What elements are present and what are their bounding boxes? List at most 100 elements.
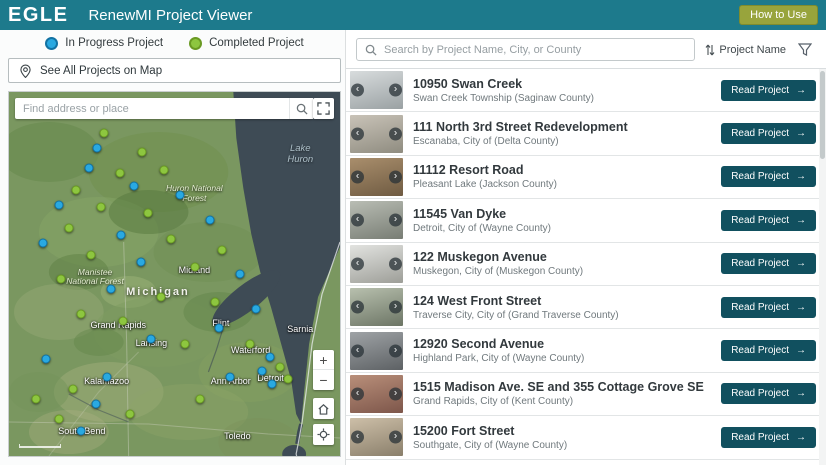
read-project-button[interactable]: Read Project → <box>721 296 816 318</box>
completed-project-marker[interactable] <box>31 394 41 404</box>
in-progress-project-marker[interactable] <box>257 366 267 376</box>
in-progress-project-marker[interactable] <box>102 372 112 382</box>
locate-button[interactable] <box>313 424 334 445</box>
completed-project-marker[interactable] <box>96 202 106 212</box>
thumbnail-prev-icon[interactable]: ‹ <box>351 300 364 314</box>
project-card: ‹ › 15200 Fort Street Southgate, City of… <box>346 416 826 460</box>
thumbnail-next-icon[interactable]: › <box>389 170 402 184</box>
project-location: Escanaba, City of (Delta County) <box>413 136 559 148</box>
thumbnail-next-icon[interactable]: › <box>389 344 402 358</box>
in-progress-project-marker[interactable] <box>41 354 51 364</box>
in-progress-project-marker[interactable] <box>136 257 146 267</box>
thumbnail-next-icon[interactable]: › <box>389 83 402 97</box>
list-scrollbar <box>819 69 826 465</box>
thumbnail-prev-icon[interactable]: ‹ <box>351 344 364 358</box>
completed-project-marker[interactable] <box>76 309 86 319</box>
completed-project-marker[interactable] <box>118 316 128 326</box>
read-project-button[interactable]: Read Project → <box>721 166 816 188</box>
thumbnail-prev-icon[interactable]: ‹ <box>351 170 364 184</box>
completed-project-marker[interactable] <box>56 274 66 284</box>
thumbnail-next-icon[interactable]: › <box>389 213 402 227</box>
in-progress-project-marker[interactable] <box>106 284 116 294</box>
project-title: 122 Muskegon Avenue <box>413 250 547 265</box>
scrollbar-thumb[interactable] <box>820 71 825 159</box>
in-progress-project-marker[interactable] <box>84 163 94 173</box>
thumbnail-prev-icon[interactable]: ‹ <box>351 387 364 401</box>
thumbnail-prev-icon[interactable]: ‹ <box>351 430 364 444</box>
completed-project-marker[interactable] <box>275 362 285 372</box>
how-to-use-button[interactable]: How to Use <box>739 5 818 25</box>
completed-project-marker[interactable] <box>210 297 220 307</box>
in-progress-project-marker[interactable] <box>92 143 102 153</box>
completed-project-marker[interactable] <box>86 250 96 260</box>
project-thumbnail: ‹ › <box>350 201 403 240</box>
read-project-button[interactable]: Read Project → <box>721 123 816 145</box>
map-search-button[interactable] <box>289 98 313 119</box>
in-progress-project-marker[interactable] <box>267 379 277 389</box>
thumbnail-next-icon[interactable]: › <box>389 257 402 271</box>
in-progress-project-marker[interactable] <box>54 200 64 210</box>
fullscreen-expand-button[interactable] <box>313 98 334 119</box>
thumbnail-prev-icon[interactable]: ‹ <box>351 127 364 141</box>
zoom-in-button[interactable]: + <box>313 350 334 370</box>
completed-project-marker[interactable] <box>137 147 147 157</box>
completed-project-marker[interactable] <box>283 374 293 384</box>
sort-button[interactable]: Project Name <box>705 44 786 56</box>
in-progress-project-marker[interactable] <box>116 230 126 240</box>
thumbnail-next-icon[interactable]: › <box>389 430 402 444</box>
thumbnail-prev-icon[interactable]: ‹ <box>351 257 364 271</box>
see-all-projects-button[interactable]: See All Projects on Map <box>8 58 341 83</box>
project-search-input[interactable] <box>384 43 687 56</box>
project-card: ‹ › 111 North 3rd Street Redevelopment E… <box>346 112 826 156</box>
thumbnail-prev-icon[interactable]: ‹ <box>351 83 364 97</box>
read-project-button[interactable]: Read Project → <box>721 383 816 405</box>
thumbnail-next-icon[interactable]: › <box>389 387 402 401</box>
completed-project-marker[interactable] <box>217 245 227 255</box>
thumbnail-prev-icon[interactable]: ‹ <box>351 213 364 227</box>
read-project-button[interactable]: Read Project → <box>721 340 816 362</box>
thumbnail-next-icon[interactable]: › <box>389 300 402 314</box>
completed-project-marker[interactable] <box>166 234 176 244</box>
completed-project-marker[interactable] <box>54 414 64 424</box>
find-address-input[interactable] <box>15 102 289 115</box>
sort-label: Project Name <box>719 43 786 56</box>
in-progress-project-marker[interactable] <box>225 372 235 382</box>
zoom-out-button[interactable]: − <box>313 370 334 390</box>
project-title: 15200 Fort Street <box>413 423 515 438</box>
in-progress-project-marker[interactable] <box>251 304 261 314</box>
home-extent-button[interactable] <box>313 398 334 419</box>
completed-project-marker[interactable] <box>180 339 190 349</box>
in-progress-project-marker[interactable] <box>214 323 224 332</box>
in-progress-project-marker[interactable] <box>91 399 101 409</box>
in-progress-project-marker[interactable] <box>38 238 48 248</box>
completed-project-marker[interactable] <box>245 339 255 349</box>
completed-project-marker[interactable] <box>115 168 125 178</box>
completed-project-marker[interactable] <box>195 394 205 404</box>
in-progress-project-marker[interactable] <box>146 334 156 344</box>
in-progress-project-marker[interactable] <box>235 269 245 279</box>
project-title: 11112 Resort Road <box>413 163 524 178</box>
arrow-right-icon: → <box>796 84 806 96</box>
in-progress-project-marker[interactable] <box>265 352 275 362</box>
completed-project-marker[interactable] <box>99 128 109 138</box>
in-progress-project-marker[interactable] <box>205 215 215 225</box>
completed-project-marker[interactable] <box>68 384 78 394</box>
completed-project-marker[interactable] <box>71 185 81 195</box>
in-progress-project-marker[interactable] <box>129 181 139 191</box>
read-project-button[interactable]: Read Project → <box>721 426 816 448</box>
thumbnail-next-icon[interactable]: › <box>389 127 402 141</box>
zoom-control: + − <box>313 350 334 390</box>
read-project-button[interactable]: Read Project → <box>721 79 816 101</box>
completed-project-marker[interactable] <box>125 409 135 419</box>
completed-project-marker[interactable] <box>143 208 153 218</box>
completed-project-marker[interactable] <box>64 223 74 233</box>
completed-project-marker[interactable] <box>159 165 169 175</box>
completed-project-marker[interactable] <box>156 292 166 302</box>
read-project-button[interactable]: Read Project → <box>721 209 816 231</box>
completed-project-marker[interactable] <box>190 262 200 272</box>
filter-button[interactable] <box>796 43 814 56</box>
read-project-button[interactable]: Read Project → <box>721 253 816 275</box>
in-progress-project-marker[interactable] <box>76 426 86 436</box>
map[interactable]: Lake Huron Huron National Forest Manistee … <box>8 91 341 457</box>
in-progress-project-marker[interactable] <box>175 190 185 200</box>
